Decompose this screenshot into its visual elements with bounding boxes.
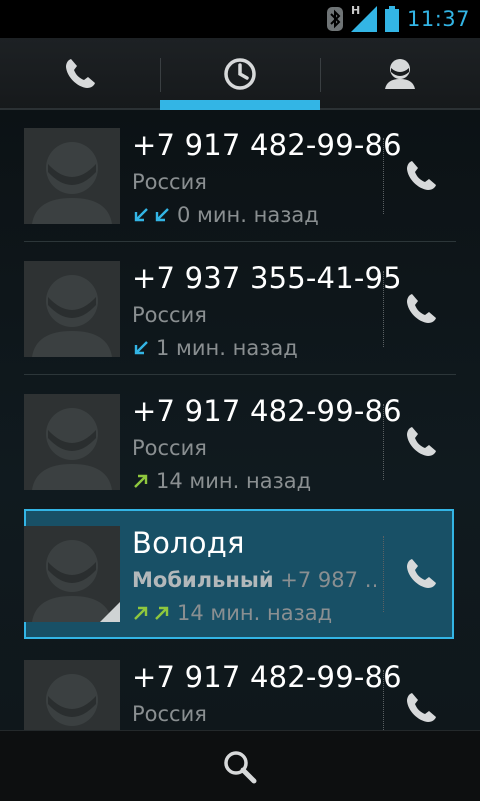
outgoing-call-icon xyxy=(134,474,148,488)
call-detail: Россия xyxy=(132,303,376,327)
call-name: +7 917 482-99-86 xyxy=(132,128,402,162)
call-time: 1 мин. назад xyxy=(156,336,298,360)
call-name: +7 917 482-99-86 xyxy=(132,394,402,428)
outgoing-call-icon xyxy=(155,606,169,620)
signal-icon xyxy=(350,6,377,32)
call-button[interactable] xyxy=(398,682,444,730)
contact-avatar[interactable] xyxy=(24,526,120,622)
call-detail-text: Россия xyxy=(132,303,207,327)
default-contact-icon xyxy=(24,394,120,490)
battery-icon xyxy=(384,6,399,32)
call-name: +7 917 482-99-86 xyxy=(132,660,402,694)
item-divider xyxy=(383,138,384,214)
row-separator xyxy=(24,241,456,242)
default-contact-icon xyxy=(24,660,120,730)
search-icon xyxy=(224,751,257,784)
call-detail-text: Россия xyxy=(132,436,207,460)
status-icons: H 11:37 xyxy=(326,4,470,34)
number-type-label: Мобильный xyxy=(132,568,274,592)
selected-tab-indicator xyxy=(160,100,320,110)
call-detail-text: Россия xyxy=(132,702,207,726)
call-time: 14 мин. назад xyxy=(177,601,333,625)
phone-icon xyxy=(407,559,436,588)
bottom-action-bar xyxy=(0,730,480,801)
contact-avatar[interactable] xyxy=(24,261,120,357)
signal-indicator: H xyxy=(350,4,377,32)
call-button[interactable] xyxy=(398,150,444,202)
call-name: Володя xyxy=(132,526,245,560)
call-meta: 14 мин. назад xyxy=(132,468,311,494)
clock-time: 11:37 xyxy=(406,7,470,31)
outgoing-call-icon xyxy=(134,606,148,620)
contact-avatar[interactable] xyxy=(24,128,120,224)
call-time: 0 мин. назад xyxy=(177,203,319,227)
call-time: 14 мин. назад xyxy=(156,469,312,493)
tab-phone[interactable] xyxy=(0,38,160,110)
incoming-call-icon xyxy=(134,208,148,222)
tab-contacts[interactable] xyxy=(320,38,480,110)
item-divider xyxy=(383,670,384,730)
call-type-indicator xyxy=(132,206,171,224)
item-divider xyxy=(383,271,384,347)
phone-icon xyxy=(66,59,95,88)
default-contact-icon xyxy=(24,261,120,357)
call-meta: 1 мин. назад xyxy=(132,335,298,361)
call-button[interactable] xyxy=(398,416,444,468)
incoming-call-icon xyxy=(155,208,169,222)
call-button[interactable] xyxy=(398,548,444,600)
phone-icon xyxy=(407,427,436,456)
call-log-item[interactable]: +7 937 355-41-95 Россия 1 мин. назад xyxy=(0,243,480,375)
call-log-item-selected[interactable]: Володя Мобильный +7 987 … 14 мин. назад xyxy=(0,508,480,640)
phone-icon xyxy=(407,693,436,722)
call-detail: Россия xyxy=(132,702,376,726)
phone-icon xyxy=(407,161,436,190)
item-divider xyxy=(383,536,384,612)
call-meta: 0 мин. назад xyxy=(132,202,319,228)
item-divider xyxy=(383,404,384,480)
call-detail-text: +7 987 … xyxy=(280,568,376,592)
call-detail: Россия xyxy=(132,170,376,194)
incoming-call-icon xyxy=(134,341,148,355)
search-button[interactable] xyxy=(218,745,262,789)
call-detail: Мобильный +7 987 … xyxy=(132,568,376,592)
bluetooth-icon xyxy=(326,7,343,31)
call-meta: 14 мин. назад xyxy=(132,600,332,626)
call-log-item[interactable]: +7 917 482-99-86 Россия 0 мин. назад xyxy=(0,110,480,242)
default-contact-icon xyxy=(24,128,120,224)
call-log-list[interactable]: +7 917 482-99-86 Россия 0 мин. назад +7 … xyxy=(0,110,480,730)
contact-avatar[interactable] xyxy=(24,394,120,490)
status-bar: H 11:37 xyxy=(0,0,480,38)
call-log-item[interactable]: +7 917 482-99-86 Россия 14 мин. назад xyxy=(0,376,480,508)
call-name: +7 937 355-41-95 xyxy=(132,261,402,295)
call-detail: Россия xyxy=(132,436,376,460)
quick-contact-badge xyxy=(100,602,120,622)
call-type-indicator xyxy=(132,604,171,622)
person-icon xyxy=(385,59,415,89)
clock-icon xyxy=(224,58,256,90)
phone-icon xyxy=(407,294,436,323)
contact-avatar[interactable] xyxy=(24,660,120,730)
call-log-item[interactable]: +7 917 482-99-86 Россия xyxy=(0,642,480,730)
call-type-indicator xyxy=(132,472,150,490)
call-detail-text: Россия xyxy=(132,170,207,194)
row-separator xyxy=(24,374,456,375)
call-type-indicator xyxy=(132,339,150,357)
call-button[interactable] xyxy=(398,283,444,335)
